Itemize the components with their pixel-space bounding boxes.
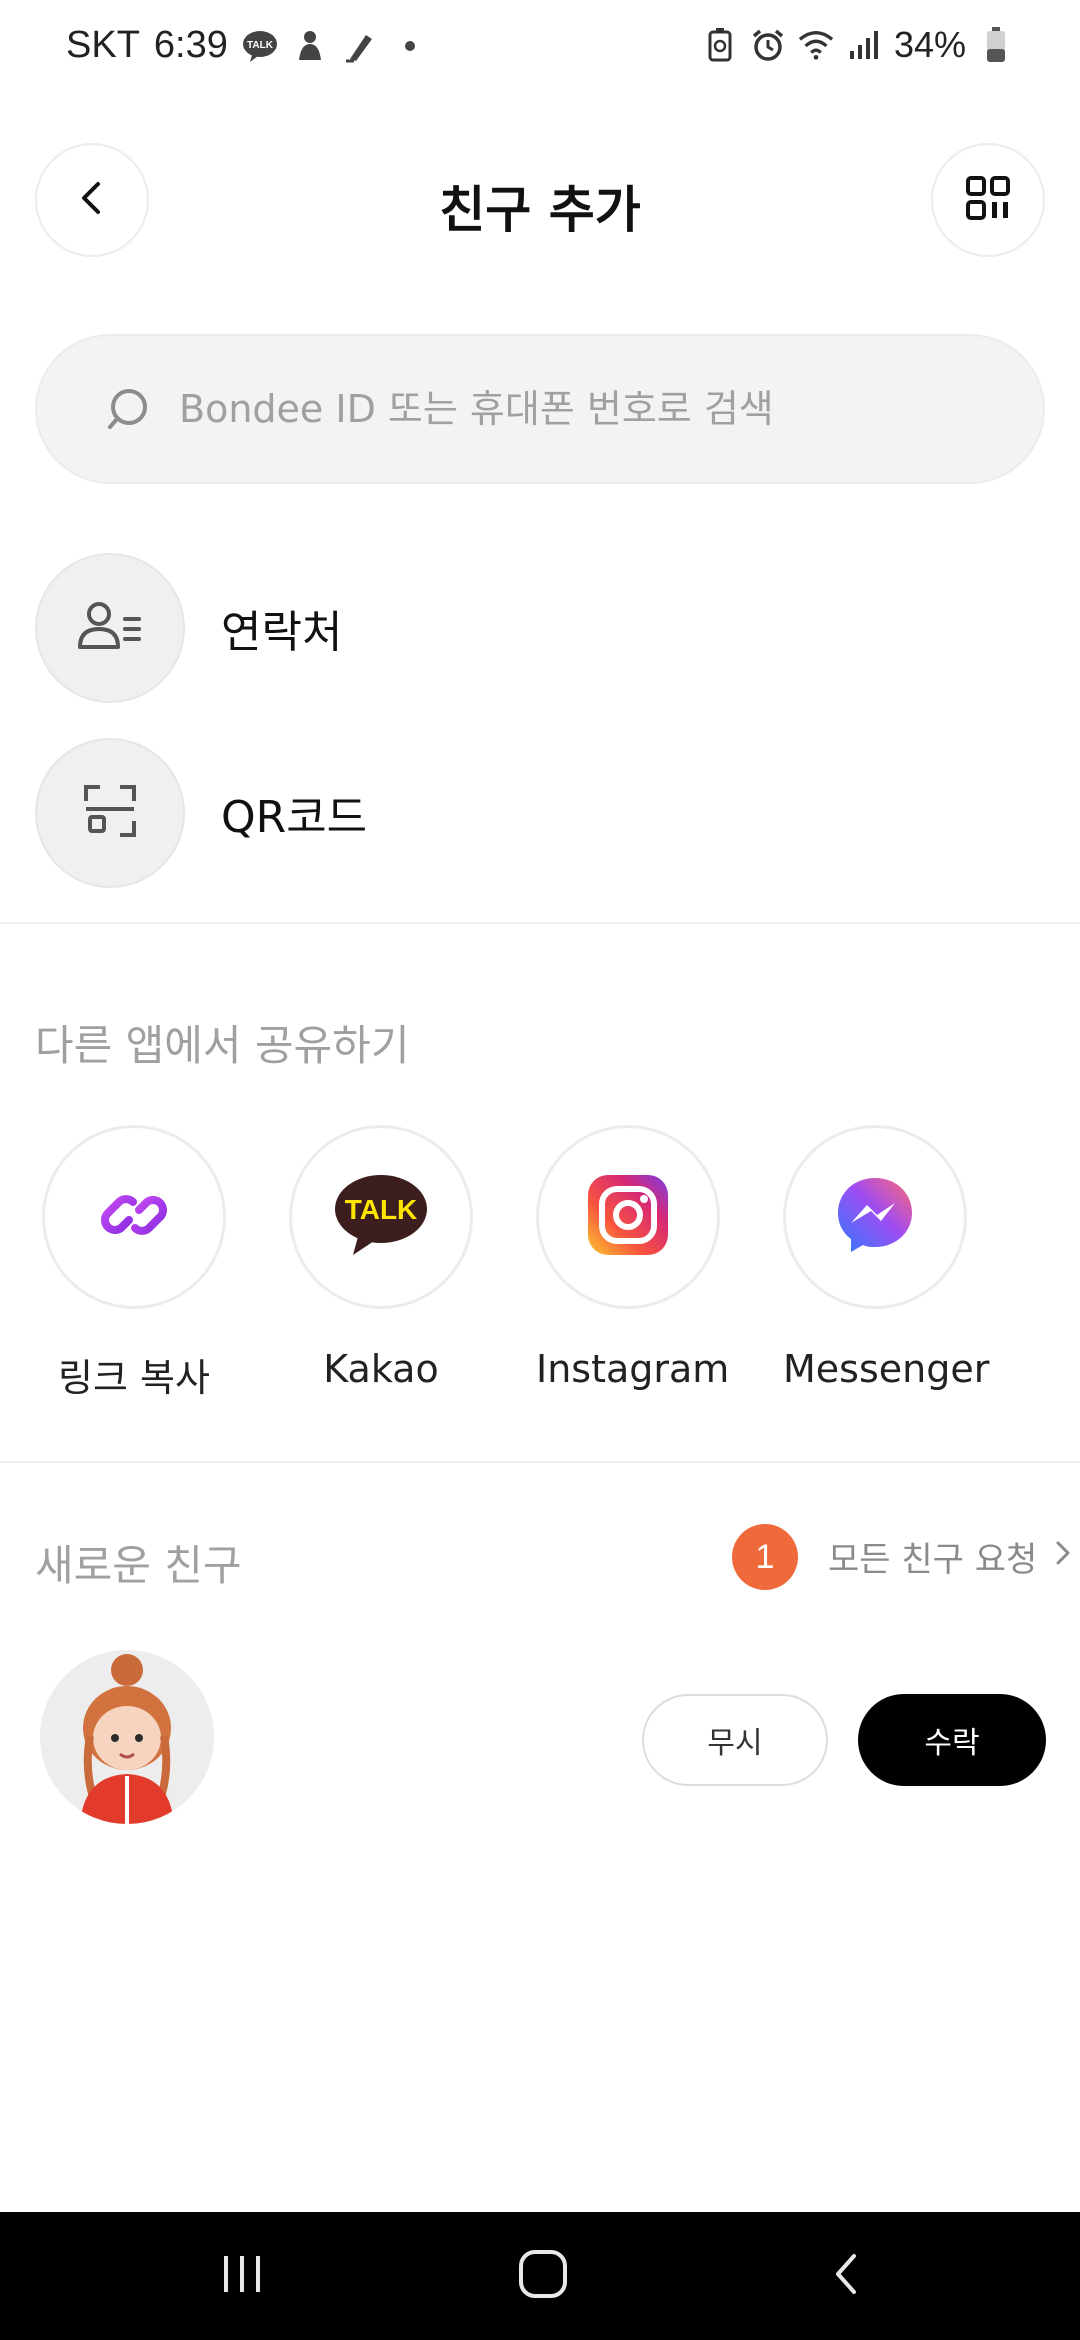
ignore-button[interactable]: 무시 (642, 1694, 828, 1786)
header: 친구 추가 (0, 140, 1080, 260)
my-qr-button[interactable] (931, 143, 1045, 257)
more-notifications-dot-icon (392, 28, 428, 64)
copy-link-circle (42, 1125, 226, 1309)
battery-saver-icon (702, 27, 738, 63)
contacts-option[interactable]: 연락처 (35, 553, 1045, 703)
search-icon (105, 386, 153, 434)
share-messenger[interactable]: Messenger (783, 1125, 990, 1391)
contacts-icon (77, 601, 143, 655)
messenger-circle (783, 1125, 967, 1309)
request-count-badge: 1 (732, 1524, 798, 1590)
messenger-label: Messenger (783, 1347, 990, 1391)
all-requests-label: 모든 친구 요청 (828, 1540, 1038, 1580)
wifi-icon (798, 27, 834, 63)
kakaotalk-notification-icon: TALK (242, 28, 278, 64)
recent-apps-button[interactable] (212, 2246, 272, 2306)
qr-code-option[interactable]: QR코드 (35, 738, 1045, 888)
battery-icon (978, 27, 1014, 63)
section-divider (0, 922, 1080, 924)
home-icon (517, 2248, 569, 2304)
search-input[interactable] (179, 336, 1009, 482)
pen-notification-icon (342, 28, 378, 64)
share-instagram[interactable]: Instagram (536, 1125, 730, 1391)
qr-code-label: QR코드 (221, 792, 368, 843)
share-copy-link[interactable]: 링크 복사 (42, 1125, 226, 1402)
contacts-label: 연락처 (221, 607, 343, 658)
alarm-icon (750, 27, 786, 63)
carrier-label: SKT (66, 24, 140, 66)
status-left: SKT 6:39 TALK (66, 24, 428, 67)
copy-link-label: 링크 복사 (58, 1356, 210, 1400)
messenger-icon (835, 1175, 915, 1259)
chevron-right-icon (1053, 1537, 1073, 1577)
kakao-circle: TALK (289, 1125, 473, 1309)
signal-icon (846, 27, 882, 63)
instagram-label: Instagram (536, 1347, 730, 1391)
link-icon (97, 1178, 171, 1256)
back-arrow-icon (826, 2250, 866, 2302)
contacts-icon-circle (35, 553, 185, 703)
new-friends-title: 새로운 친구 (35, 1541, 242, 1590)
kakaotalk-icon: TALK (333, 1173, 429, 1261)
status-bar: SKT 6:39 TALK 34% (0, 0, 1080, 96)
qr-scan-icon (82, 783, 138, 843)
qr-icon-circle (35, 738, 185, 888)
clock: 6:39 (153, 24, 228, 66)
all-requests-link[interactable]: 모든 친구 요청 (828, 1532, 1073, 1581)
share-kakao[interactable]: TALK Kakao (289, 1125, 473, 1391)
share-section-title: 다른 앱에서 공유하기 (35, 1021, 410, 1070)
home-button[interactable] (513, 2246, 573, 2306)
system-back-button[interactable] (816, 2246, 876, 2306)
instagram-icon (588, 1175, 668, 1259)
battery-percent: 34% (893, 24, 966, 65)
instagram-circle (536, 1125, 720, 1309)
accept-button[interactable]: 수락 (858, 1694, 1046, 1786)
svg-text:TALK: TALK (247, 40, 274, 51)
recent-apps-icon (218, 2252, 266, 2300)
svg-text:TALK: TALK (345, 1194, 418, 1225)
friend-avatar[interactable] (40, 1650, 214, 1824)
page-title: 친구 추가 (439, 181, 641, 239)
kakao-label: Kakao (323, 1347, 439, 1391)
system-navigation-bar (0, 2212, 1080, 2340)
qr-code-icon (965, 175, 1011, 225)
section-divider (0, 1461, 1080, 1463)
search-bar[interactable] (35, 334, 1045, 484)
app-notification-icon (292, 28, 328, 64)
status-right: 34% (702, 24, 1014, 66)
